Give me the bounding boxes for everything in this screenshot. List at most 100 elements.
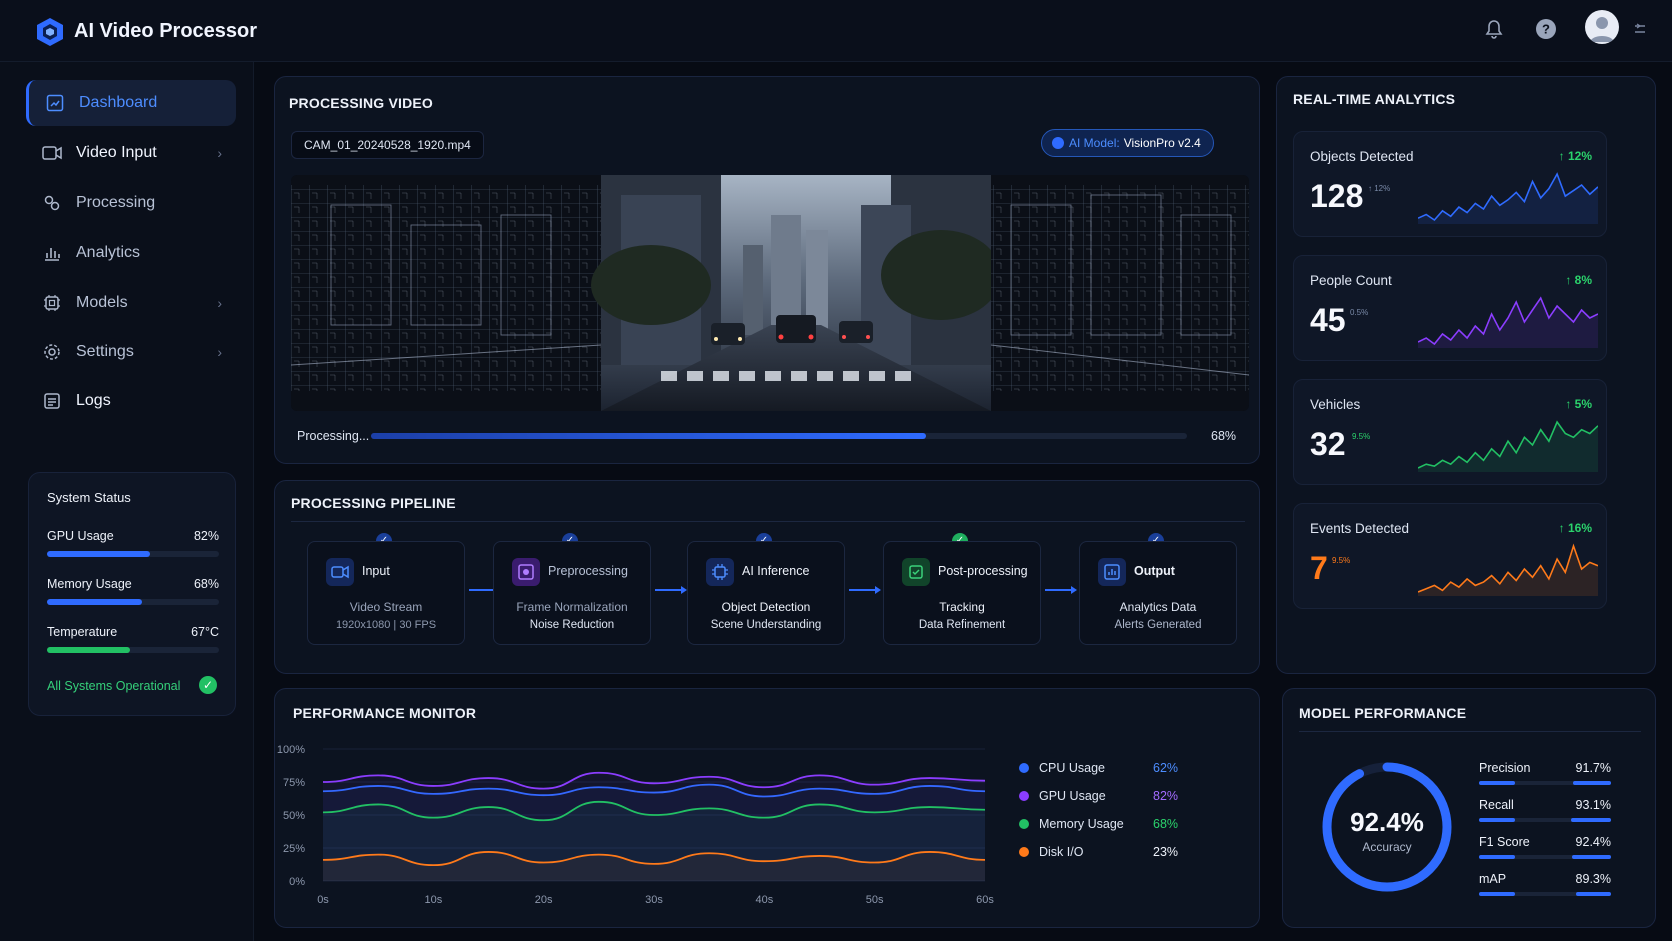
sidebar-item-processing[interactable]: Processing [26, 180, 236, 226]
video-preview[interactable] [291, 175, 1249, 411]
legend-label: Disk I/O [1039, 845, 1084, 859]
stage-name: Preprocessing [548, 564, 628, 578]
stage-line-1: Tracking [939, 600, 985, 614]
memory-usage-value: 68% [193, 577, 219, 591]
y-tick-label: 75% [283, 777, 305, 789]
metric-bar [1479, 818, 1611, 822]
pipeline-title: PROCESSING PIPELINE [291, 495, 456, 511]
gear-icon [42, 342, 62, 362]
pipeline-stage-output[interactable]: Output Analytics Data Alerts Generated [1079, 541, 1237, 645]
card-value: 45 [1310, 302, 1346, 338]
card-subvalue: 9.5% [1352, 432, 1371, 441]
metric-value: 92.4% [1575, 835, 1611, 849]
legend-dot [1019, 763, 1029, 773]
menu-icon[interactable] [1626, 15, 1654, 43]
metric-value: 93.1% [1575, 798, 1611, 812]
card-label: Objects Detected [1310, 149, 1414, 164]
legend-label: CPU Usage [1039, 761, 1105, 775]
sparkline [1418, 172, 1598, 224]
legend-dot [1019, 819, 1029, 829]
sidebar-item-models[interactable]: Models › [26, 280, 236, 326]
performance-monitor-panel: PERFORMANCE MONITOR 0% 25% 50% 75% 100% 0s 10s… [274, 688, 1260, 928]
sparkline [1418, 296, 1598, 348]
metric-bar [1479, 855, 1611, 859]
accuracy-label: Accuracy [1362, 840, 1412, 854]
legend-value: 62% [1153, 761, 1179, 775]
sidebar-item-analytics[interactable]: Analytics [26, 230, 236, 276]
legend-label: Memory Usage [1039, 817, 1124, 831]
pipeline-stage-input[interactable]: Input Video Stream 1920x1080 | 30 FPS [307, 541, 465, 645]
memory-usage-fill [47, 599, 142, 605]
memory-usage-row: Memory Usage 68% [47, 577, 219, 591]
sidebar-item-video-input[interactable]: Video Input › [26, 130, 236, 176]
metric-label: mAP [1479, 872, 1507, 886]
model-badge[interactable]: AI Model: VisionPro v2.4 [1041, 129, 1214, 157]
stage-line-1: Frame Normalization [516, 600, 628, 614]
sparkline-area [1418, 298, 1598, 348]
metric-recall: Recall 93.1% [1479, 798, 1611, 812]
legend-dot [1019, 847, 1029, 857]
model-performance-title: MODEL PERFORMANCE [1299, 705, 1467, 721]
sidebar-item-settings[interactable]: Settings › [26, 329, 236, 375]
stage-line-2: 1920x1080 | 30 FPS [335, 619, 437, 631]
sparkline [1418, 420, 1598, 472]
x-tick-label: 60s [976, 894, 994, 906]
metric-bar-fill [1572, 855, 1611, 859]
x-tick-label: 0s [317, 894, 329, 906]
card-change: ↑ 12% [1558, 149, 1592, 163]
temperature-row: Temperature 67°C [47, 625, 219, 639]
sidebar-item-label: Models [76, 294, 128, 311]
image-icon [512, 558, 540, 586]
pipeline-stage-ai-inference[interactable]: AI Inference Object Detection Scene Unde… [687, 541, 845, 645]
metric-f1: F1 Score 92.4% [1479, 835, 1611, 849]
sidebar-item-label: Logs [76, 392, 111, 409]
x-tick-label: 50s [866, 894, 884, 906]
top-bar: AI Video Processor ? [0, 0, 1672, 62]
gpu-usage-label: GPU Usage [47, 529, 114, 543]
video-input-icon [42, 143, 62, 163]
models-icon [42, 293, 62, 313]
temperature-fill [47, 647, 130, 653]
stage-name: AI Inference [742, 564, 810, 578]
temperature-label: Temperature [47, 625, 118, 639]
help-icon[interactable]: ? [1532, 15, 1560, 43]
metric-precision: Precision 91.7% [1479, 761, 1611, 775]
card-subvalue: ↑ 12% [1368, 184, 1391, 193]
svg-text:?: ? [1542, 22, 1550, 37]
real-time-analytics-panel: REAL-TIME ANALYTICS Objects Detected 128… [1276, 76, 1656, 674]
check-icon: ✓ [199, 676, 217, 694]
video-file-name[interactable]: CAM_01_20240528_1920.mp4 [291, 131, 484, 159]
progress-bar [371, 433, 1187, 439]
legend-disk: Disk I/O 23% [1019, 845, 1178, 859]
analytics-card-objects[interactable]: Objects Detected 128 ↑ 12% ↑ 12% [1293, 131, 1607, 237]
accuracy-value: 92.4% [1350, 807, 1424, 837]
dashboard-icon [45, 93, 65, 113]
bell-icon[interactable] [1480, 15, 1508, 43]
metric-bar-left [1479, 892, 1515, 896]
metric-map: mAP 89.3% [1479, 872, 1611, 886]
avatar[interactable] [1585, 10, 1619, 44]
progress-percent: 68% [1211, 429, 1237, 443]
processing-pipeline-panel: PROCESSING PIPELINE ✓ Input Video Stream… [274, 480, 1260, 674]
sidebar-item-logs[interactable]: Logs [26, 378, 236, 424]
sidebar: Dashboard Video Input › Processing Analy… [0, 62, 254, 941]
x-tick-label: 10s [424, 894, 442, 906]
pipeline-stage-post-processing[interactable]: Post-processing Tracking Data Refinement [883, 541, 1041, 645]
metric-bar-left [1479, 781, 1515, 785]
metric-bar-fill [1576, 892, 1611, 896]
analytics-card-people[interactable]: People Count 45 0.5% ↑ 8% [1293, 255, 1607, 361]
x-tick-label: 30s [645, 894, 663, 906]
card-subvalue: 0.5% [1350, 308, 1369, 317]
legend-cpu: CPU Usage 62% [1019, 761, 1178, 775]
output-icon [1098, 558, 1126, 586]
sidebar-item-dashboard[interactable]: Dashboard [26, 80, 236, 126]
stage-name: Input [362, 564, 390, 578]
metric-bar [1479, 892, 1611, 896]
legend-value: 68% [1153, 817, 1179, 831]
stage-line-1: Object Detection [721, 600, 811, 614]
stage-line-2: Alerts Generated [1114, 619, 1202, 631]
pipeline-stage-preprocessing[interactable]: Preprocessing Frame Normalization Noise … [493, 541, 651, 645]
metric-value: 91.7% [1575, 761, 1611, 775]
analytics-card-vehicles[interactable]: Vehicles 32 9.5% ↑ 5% [1293, 379, 1607, 485]
analytics-card-events[interactable]: Events Detected 7 9.5% ↑ 16% [1293, 503, 1607, 609]
